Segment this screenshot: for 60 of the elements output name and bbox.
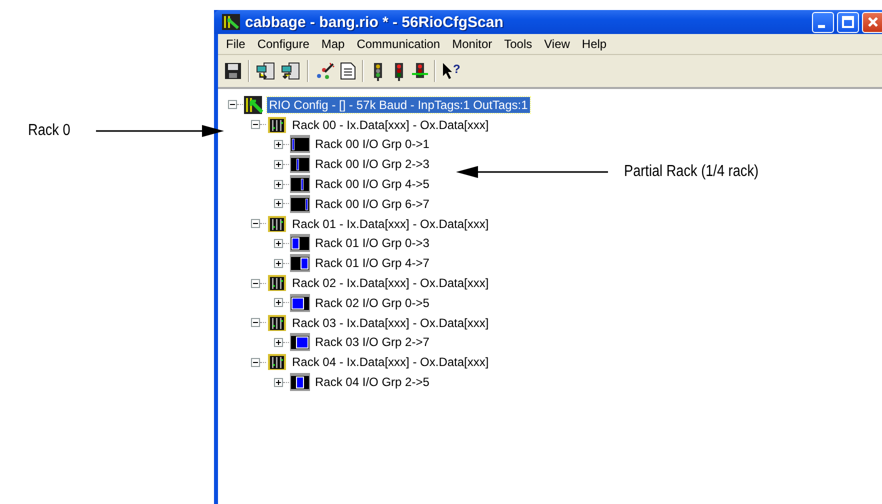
tree-item[interactable]: Rack 03 - Ix.Data[xxx] - Ox.Data[xxx] — [290, 314, 491, 331]
rack-icon — [267, 116, 287, 134]
download-icon[interactable] — [256, 62, 276, 80]
tree-item[interactable]: Rack 02 I/O Grp 0->5 — [313, 294, 432, 311]
minimize-icon — [818, 24, 824, 28]
rack-icon — [267, 274, 287, 292]
expander-icon[interactable] — [274, 180, 283, 189]
expander-icon[interactable] — [251, 120, 260, 130]
menu-item[interactable]: Communication — [350, 37, 446, 51]
menu-item[interactable]: Map — [315, 37, 351, 51]
menu-item[interactable]: Configure — [251, 37, 316, 51]
expander-icon[interactable] — [251, 278, 260, 288]
tree-item[interactable]: Rack 00 I/O Grp 4->5 — [313, 176, 432, 192]
window-title: cabbage - bang.rio * - 56RioCfgScan — [245, 14, 504, 30]
upload-icon[interactable] — [281, 62, 301, 80]
rack-icon — [267, 314, 287, 332]
document-icon[interactable] — [340, 62, 356, 80]
minimize-button[interactable] — [812, 12, 834, 32]
maximize-button[interactable] — [837, 12, 859, 32]
traffic-light-icon[interactable] — [412, 61, 428, 81]
tree-item[interactable]: Rack 03 I/O Grp 2->7 — [313, 334, 432, 350]
expander-icon[interactable] — [274, 238, 283, 248]
expander-icon[interactable] — [274, 160, 283, 169]
tree-item[interactable]: Rack 00 - Ix.Data[xxx] - Ox.Data[xxx] — [290, 116, 491, 133]
tree-item[interactable]: Rack 02 - Ix.Data[xxx] - Ox.Data[xxx] — [290, 275, 491, 292]
expander-icon[interactable] — [274, 378, 283, 387]
tree-item[interactable]: Rack 04 I/O Grp 2->5 — [313, 374, 432, 390]
expander-icon[interactable] — [251, 219, 260, 228]
expander-icon[interactable] — [274, 298, 283, 308]
menu-item[interactable]: View — [538, 37, 576, 51]
tree-item[interactable]: Rack 00 I/O Grp 0->1 — [313, 136, 432, 152]
expander-icon[interactable] — [274, 199, 283, 208]
tree-item[interactable]: Rack 01 I/O Grp 4->7 — [313, 255, 432, 272]
expander-icon[interactable] — [274, 140, 283, 149]
menu-item[interactable]: File — [220, 37, 252, 51]
callout-label: Partial Rack (1/4 rack) — [624, 163, 759, 181]
close-button[interactable] — [862, 12, 882, 32]
tree-item[interactable]: Rack 01 - Ix.Data[xxx] - Ox.Data[xxx] — [290, 216, 491, 232]
menu-item[interactable]: Help — [576, 37, 613, 51]
callout-label: Rack 0 — [28, 122, 70, 140]
menu-item[interactable]: Tools — [498, 37, 538, 51]
expander-icon[interactable] — [274, 258, 283, 268]
save-icon[interactable] — [224, 62, 242, 80]
tree-item[interactable]: RIO Config - [] - 57k Baud - InpTags:1 OutTags:1 — [267, 96, 530, 113]
rack-icon — [222, 14, 240, 30]
tree-item[interactable]: Rack 01 I/O Grp 0->3 — [313, 235, 432, 252]
wand-icon[interactable] — [315, 62, 335, 80]
expander-icon[interactable] — [274, 338, 283, 347]
expander-icon[interactable] — [251, 358, 260, 367]
menu-item[interactable]: Monitor — [446, 37, 498, 51]
expander-icon[interactable] — [251, 318, 260, 328]
rack-icon — [244, 96, 264, 114]
tree-item[interactable]: Rack 00 I/O Grp 6->7 — [313, 196, 432, 212]
expander-icon[interactable] — [228, 100, 237, 110]
tree-item[interactable]: Rack 04 - Ix.Data[xxx] - Ox.Data[xxx] — [290, 354, 491, 370]
rack-icon — [267, 353, 287, 372]
rack-icon — [267, 214, 287, 233]
maximize-icon — [842, 16, 854, 28]
close-icon — [867, 16, 879, 28]
tree-item[interactable]: Rack 00 I/O Grp 2->3 — [313, 156, 432, 172]
